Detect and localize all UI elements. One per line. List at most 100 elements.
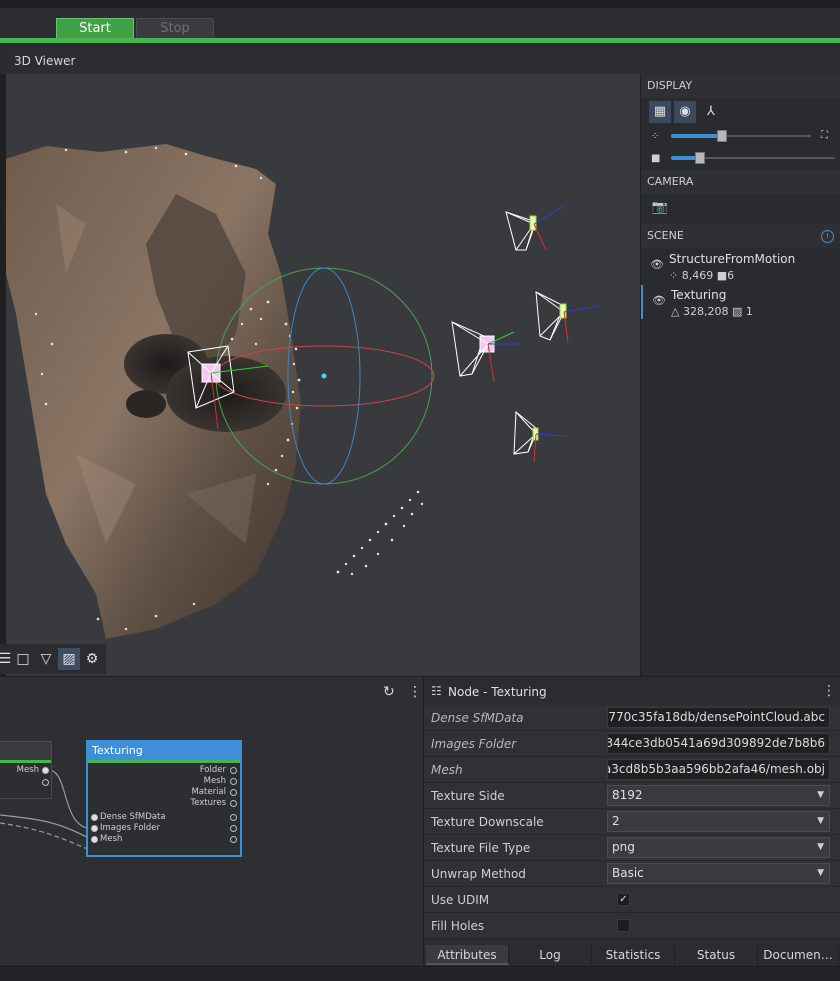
field-value: 7b344ce3db0541a69d309892de7b8b6 <box>607 736 825 750</box>
app-window: Start Stop 3D Viewer ☰ □ ▽ ▨ ⚙ DISPLAY ▦… <box>0 0 840 981</box>
solid-view-icon[interactable]: □ <box>12 648 34 670</box>
camera-frustum[interactable] <box>513 410 567 463</box>
node-previous[interactable]: Mesh <box>0 741 52 799</box>
textures-count: 1 <box>745 305 753 318</box>
viewer-header: 3D Viewer <box>6 48 840 74</box>
output-port-dot[interactable] <box>42 767 49 774</box>
select-value: Basic <box>612 866 644 880</box>
triangle-icon: △ <box>671 305 680 318</box>
locator-icon[interactable]: ◉ <box>674 101 696 123</box>
scene-item-texturing[interactable]: 👁 Texturing △ 328,208 ▨ 1 <box>641 285 840 319</box>
visibility-eye-icon[interactable]: 👁 <box>650 258 664 271</box>
points-icon: ⁘ <box>669 269 679 282</box>
texture-file-type-select[interactable]: png ▼ <box>607 837 830 858</box>
attr-row-dense-sfmdata: Dense SfMData 1c770c35fa18db/densePointC… <box>424 705 840 731</box>
camera-frustum[interactable] <box>451 321 520 383</box>
attr-row-mesh: Mesh f9a3cd8b5b3aa596bb2afa46/mesh.obj <box>424 757 840 783</box>
camera-scale-slider-knob[interactable] <box>695 152 705 164</box>
unwrap-method-select[interactable]: Basic ▼ <box>607 863 830 884</box>
camera-section-header: CAMERA <box>641 170 840 194</box>
port-dot[interactable] <box>230 814 237 821</box>
texture-icon: ▨ <box>731 305 743 318</box>
texture-side-select[interactable]: 8192 ▼ <box>607 785 830 806</box>
images-folder-field[interactable]: 7b344ce3db0541a69d309892de7b8b6 <box>607 733 830 754</box>
select-value: 2 <box>612 814 620 828</box>
field-value: 1c770c35fa18db/densePointCloud.abc <box>607 710 825 724</box>
node-texturing[interactable]: Texturing Folder Mesh Material Textures … <box>86 740 242 857</box>
node-status-bar <box>88 760 240 763</box>
attribute-editor: ☷ Node - Texturing ⋮ Dense SfMData 1c770… <box>423 676 840 966</box>
tab-documentation[interactable]: Documen… <box>758 945 839 965</box>
info-icon[interactable]: i <box>821 230 834 243</box>
tab-attributes[interactable]: Attributes <box>426 945 509 965</box>
attr-label: Texture File Type <box>431 841 531 855</box>
attr-row-unwrap-method: Unwrap Method Basic ▼ <box>424 861 840 887</box>
camera-scale-icon: ■ <box>651 153 661 164</box>
use-udim-checkbox[interactable]: ✓ <box>617 893 630 906</box>
attribute-header: ☷ Node - Texturing ⋮ <box>424 677 840 705</box>
more-options-icon[interactable]: ⋮ <box>822 683 836 699</box>
grid-icon[interactable]: ▦ <box>649 101 671 123</box>
start-button[interactable]: Start <box>56 18 134 40</box>
input-port-dot[interactable] <box>91 836 98 843</box>
wireframe-view-icon[interactable]: ▽ <box>35 648 57 670</box>
scene-item-name: Texturing <box>671 288 727 302</box>
attr-label: Unwrap Method <box>431 867 526 881</box>
point-size-icon: ⁘ <box>651 131 660 142</box>
select-value: png <box>612 840 635 854</box>
attr-row-texture-downscale: Texture Downscale 2 ▼ <box>424 809 840 835</box>
point-size-slider-fill <box>671 134 719 138</box>
input-port-images-folder: Images Folder <box>100 823 161 833</box>
graph-editor[interactable]: ↻ ⋮ Mesh Texturing Folder Mesh Material … <box>0 676 423 966</box>
node-status-bar <box>0 760 51 763</box>
status-bar <box>0 966 840 981</box>
attr-label: Mesh <box>431 763 463 777</box>
settings-gear-icon[interactable]: ⚙ <box>81 648 103 670</box>
output-port-dot[interactable] <box>230 800 237 807</box>
display-section-header: DISPLAY <box>641 74 840 98</box>
attr-row-fill-holes: Fill Holes <box>424 913 840 939</box>
triangles-count: 328,208 <box>682 305 729 318</box>
output-port-dot[interactable] <box>230 789 237 796</box>
camera-frustum[interactable] <box>505 205 565 251</box>
input-port-dense-sfmdata: Dense SfMData <box>100 812 166 822</box>
output-port-dot[interactable] <box>230 767 237 774</box>
node-title <box>0 742 51 760</box>
viewport-3d[interactable] <box>6 74 640 676</box>
gizmo-icon[interactable]: ⅄ <box>700 101 722 123</box>
port-dot[interactable] <box>230 825 237 832</box>
tab-status[interactable]: Status <box>675 945 758 965</box>
port-dot[interactable] <box>230 836 237 843</box>
camera-frustum[interactable] <box>535 291 599 343</box>
viewport-toolbar: ☰ □ ▽ ▨ ⚙ <box>0 644 106 674</box>
select-value: 8192 <box>612 788 643 802</box>
attr-label: Texture Side <box>431 789 505 803</box>
attr-label: Images Folder <box>431 737 517 751</box>
display-panel: DISPLAY ▦ ◉ ⅄ ⁘ ⛶ ■ CAMERA 📷 SCENE i 👁 S… <box>640 74 840 676</box>
dense-sfmdata-field[interactable]: 1c770c35fa18db/densePointCloud.abc <box>607 707 830 728</box>
scene-item-structurefrommotion[interactable]: 👁 StructureFromMotion ⁘ 8,469 ■6 <box>641 249 840 283</box>
attr-row-images-folder: Images Folder 7b344ce3db0541a69d309892de… <box>424 731 840 757</box>
scene-item-stats: ⁘ 8,469 ■6 <box>669 269 734 282</box>
point-size-slider-knob[interactable] <box>717 130 727 142</box>
fill-holes-checkbox[interactable] <box>617 919 630 932</box>
visibility-eye-icon[interactable]: 👁 <box>652 294 666 307</box>
input-port-dot[interactable] <box>91 825 98 832</box>
input-port-dot[interactable] <box>91 814 98 821</box>
output-port-dot[interactable] <box>230 778 237 785</box>
output-port-dot[interactable] <box>42 779 49 786</box>
texture-downscale-select[interactable]: 2 ▼ <box>607 811 830 832</box>
fixed-size-icon[interactable]: ⛶ <box>821 130 828 141</box>
stop-button[interactable]: Stop <box>136 18 214 40</box>
scene-render <box>6 144 599 639</box>
attr-label: Dense SfMData <box>431 711 524 725</box>
attribute-title: Node - Texturing <box>448 685 547 699</box>
tab-log[interactable]: Log <box>509 945 592 965</box>
tab-statistics[interactable]: Statistics <box>592 945 675 965</box>
input-port-mesh: Mesh <box>100 834 123 844</box>
camera-snapshot-icon[interactable]: 📷 <box>649 197 671 219</box>
textured-view-icon[interactable]: ▨ <box>58 648 80 670</box>
node-title: Texturing <box>88 742 240 760</box>
mesh-field[interactable]: f9a3cd8b5b3aa596bb2afa46/mesh.obj <box>607 759 830 780</box>
output-port-mesh: Mesh <box>203 776 226 786</box>
